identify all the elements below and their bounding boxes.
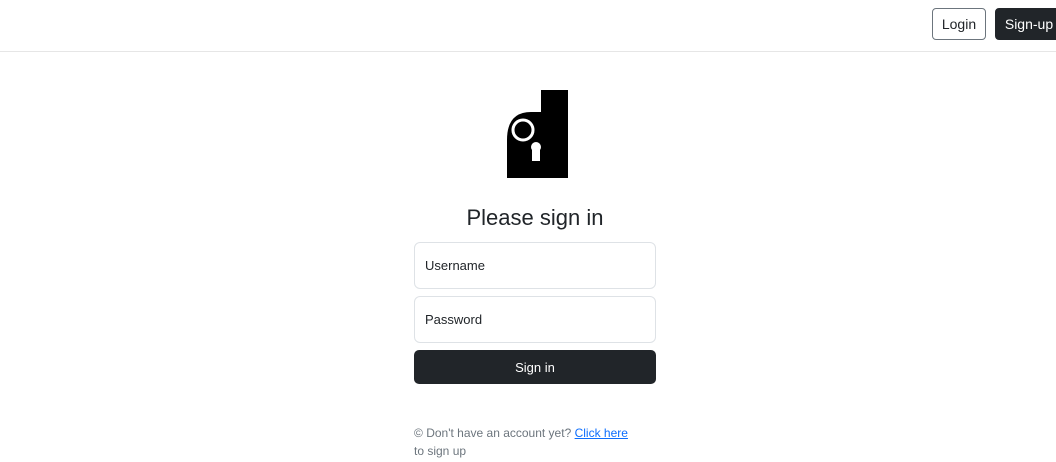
login-button[interactable]: Login bbox=[932, 8, 986, 40]
sign-in-button[interactable]: Sign in bbox=[414, 350, 656, 384]
signup-link[interactable]: Click here bbox=[575, 426, 628, 440]
signup-prompt-text: Don't have an account yet? bbox=[426, 426, 572, 440]
copyright-symbol: © bbox=[414, 426, 423, 440]
building-keyhole-logo-icon bbox=[507, 90, 568, 178]
signup-suffix-text: to sign up bbox=[414, 444, 467, 458]
signup-prompt: © Don't have an account yet? Click here … bbox=[414, 424, 664, 460]
logo bbox=[506, 90, 570, 180]
username-input[interactable] bbox=[414, 242, 656, 289]
signup-button[interactable]: Sign-up bbox=[995, 8, 1056, 40]
password-input[interactable] bbox=[414, 296, 656, 343]
top-navbar: Login Sign-up bbox=[0, 0, 1056, 52]
page-title: Please sign in bbox=[466, 205, 604, 230]
